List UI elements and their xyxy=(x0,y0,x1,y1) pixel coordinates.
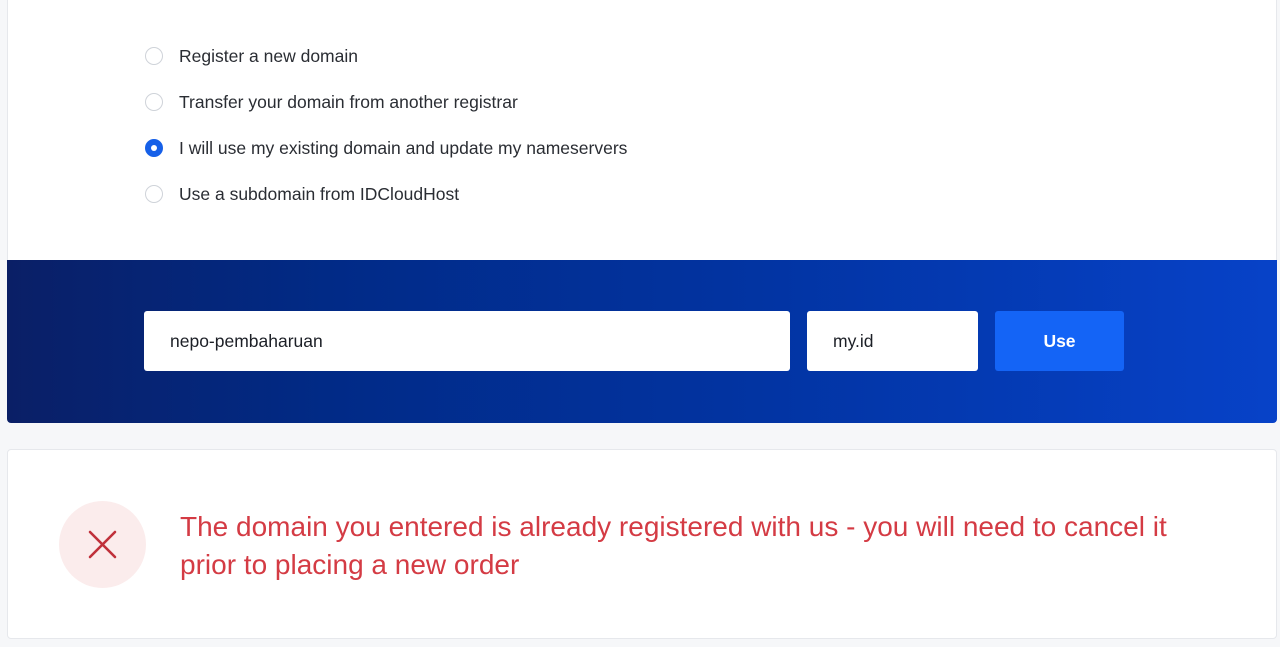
option-label: Register a new domain xyxy=(179,45,358,66)
radio-subdomain[interactable] xyxy=(145,185,163,203)
option-label: I will use my existing domain and update… xyxy=(179,137,628,158)
option-register-domain[interactable]: Register a new domain xyxy=(145,42,627,70)
radio-register-domain[interactable] xyxy=(145,47,163,65)
option-label: Use a subdomain from IDCloudHost xyxy=(179,183,460,204)
domain-option-list: Register a new domain Transfer your doma… xyxy=(145,42,627,226)
error-message: The domain you entered is already regist… xyxy=(180,511,1167,580)
close-icon xyxy=(88,530,117,559)
domain-name-input[interactable] xyxy=(144,311,790,371)
error-icon-badge xyxy=(59,501,146,588)
domain-input-banner: Use xyxy=(7,260,1277,423)
option-subdomain[interactable]: Use a subdomain from IDCloudHost xyxy=(145,180,627,208)
option-label: Transfer your domain from another regist… xyxy=(179,91,518,112)
use-button[interactable]: Use xyxy=(995,311,1124,371)
error-alert: The domain you entered is already regist… xyxy=(7,449,1277,639)
radio-existing-domain[interactable] xyxy=(145,139,163,157)
option-transfer-domain[interactable]: Transfer your domain from another regist… xyxy=(145,88,627,116)
tld-input[interactable] xyxy=(807,311,978,371)
radio-transfer-domain[interactable] xyxy=(145,93,163,111)
option-existing-domain[interactable]: I will use my existing domain and update… xyxy=(145,134,627,162)
domain-choice-panel: Register a new domain Transfer your doma… xyxy=(7,0,1277,260)
